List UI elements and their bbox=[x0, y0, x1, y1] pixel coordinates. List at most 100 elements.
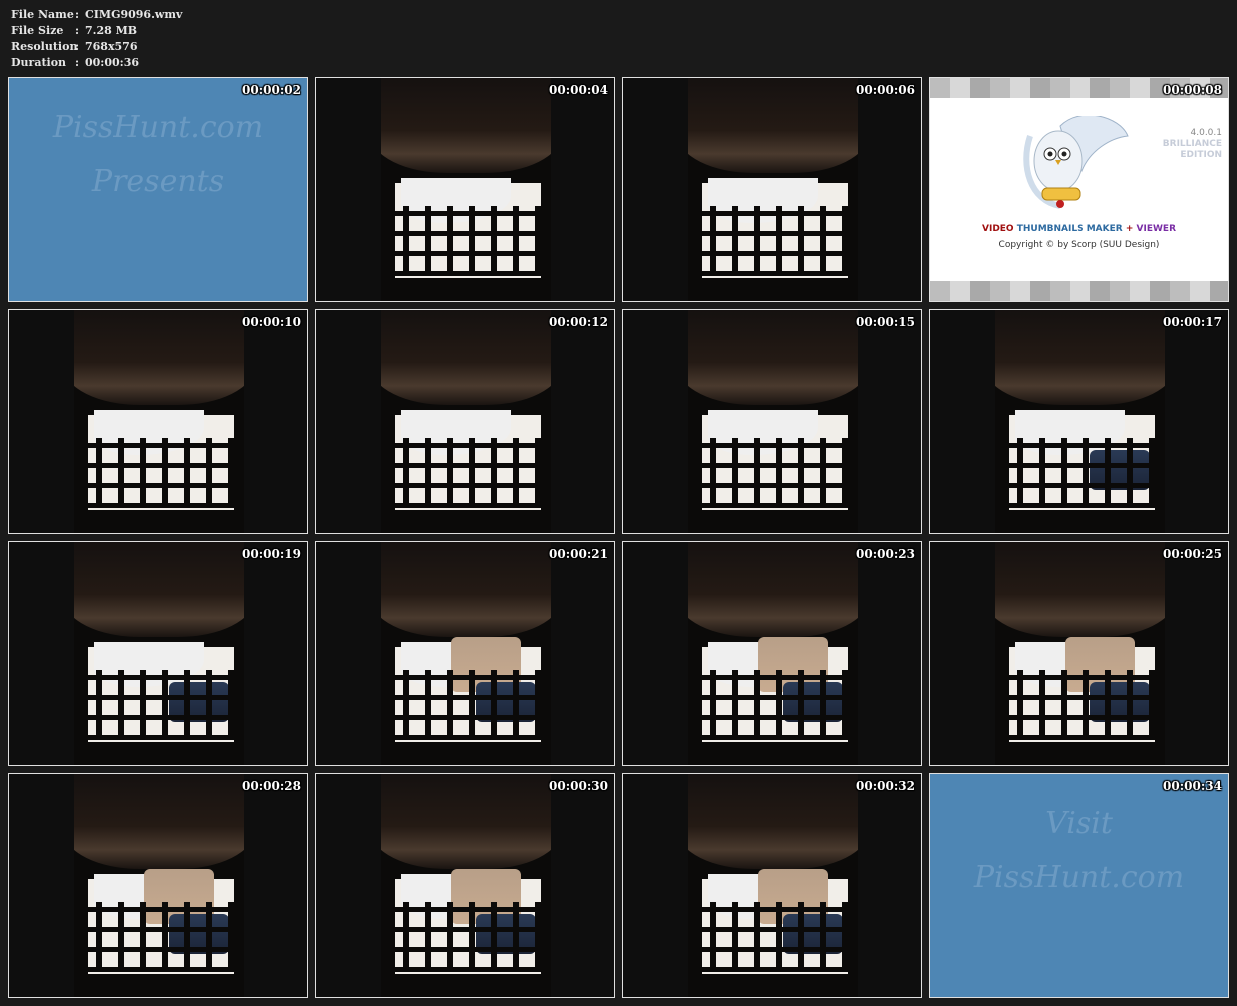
frame-grille bbox=[688, 902, 858, 972]
watermark-text: PissHunt.com bbox=[973, 860, 1185, 895]
frame-ceiling bbox=[74, 774, 244, 869]
thumbnail-timestamp: 00:00:08 bbox=[1163, 83, 1222, 97]
frame-ceiling bbox=[688, 78, 858, 173]
thumbnail-timestamp: 00:00:06 bbox=[856, 83, 915, 97]
title-word: VIEWER bbox=[1136, 224, 1176, 234]
file-name-value: CIMG9096.wmv bbox=[85, 8, 183, 21]
frame-ceiling bbox=[381, 774, 551, 869]
frame-ceiling bbox=[688, 310, 858, 405]
thumbnail-grid: PissHunt.com Presents 00:00:02 00:00:04 00:0… bbox=[8, 77, 1229, 998]
video-thumbnail[interactable]: 00:00:19 bbox=[8, 541, 308, 766]
video-frame bbox=[74, 542, 244, 765]
frame-grille bbox=[381, 206, 551, 276]
colon: : bbox=[75, 8, 80, 21]
video-thumbnail[interactable]: PissHunt.com Presents 00:00:02 bbox=[8, 77, 308, 302]
video-thumbnail[interactable]: 00:00:23 bbox=[622, 541, 922, 766]
frame-grille bbox=[74, 670, 244, 740]
video-thumbnail[interactable]: 00:00:30 bbox=[315, 773, 615, 998]
thumbnail-timestamp: 00:00:28 bbox=[242, 779, 301, 793]
frame-grille bbox=[381, 438, 551, 508]
resolution-row: Resolution : 768x576 bbox=[11, 39, 182, 55]
thumbnail-timestamp: 00:00:15 bbox=[856, 315, 915, 329]
frame-ceiling bbox=[74, 310, 244, 405]
frame-grille bbox=[995, 438, 1165, 508]
thumbnail-timestamp: 00:00:21 bbox=[549, 547, 608, 561]
watermark-text: Visit bbox=[1045, 806, 1113, 841]
frame-grille bbox=[688, 206, 858, 276]
file-name-row: File Name : CIMG9096.wmv bbox=[11, 7, 182, 23]
video-frame bbox=[995, 542, 1165, 765]
thumbnail-timestamp: 00:00:02 bbox=[242, 83, 301, 97]
file-size-label: File Size bbox=[11, 24, 64, 37]
frame-ceiling bbox=[995, 542, 1165, 637]
edition-line: BRILLIANCE bbox=[1162, 139, 1222, 149]
splash-title: VIDEO THUMBNAILS MAKER + VIEWER bbox=[930, 224, 1228, 234]
watermark-text: PissHunt.com bbox=[52, 110, 264, 145]
video-thumbnail[interactable]: 00:00:25 bbox=[929, 541, 1229, 766]
file-name-label: File Name bbox=[11, 8, 74, 21]
video-thumbnail[interactable]: 00:00:21 bbox=[315, 541, 615, 766]
frame-ceiling bbox=[381, 78, 551, 173]
thumbnail-timestamp: 00:00:25 bbox=[1163, 547, 1222, 561]
video-frame bbox=[688, 310, 858, 533]
thumbnail-timestamp: 00:00:30 bbox=[549, 779, 608, 793]
frame-ceiling bbox=[74, 542, 244, 637]
colon: : bbox=[75, 56, 80, 69]
video-frame bbox=[381, 542, 551, 765]
owl-logo-icon bbox=[1023, 116, 1129, 209]
thumbnail-timestamp: 00:00:19 bbox=[242, 547, 301, 561]
thumbnail-timestamp: 00:00:34 bbox=[1163, 779, 1222, 793]
frame-ceiling bbox=[995, 310, 1165, 405]
frame-ceiling bbox=[381, 310, 551, 405]
resolution-value: 768x576 bbox=[85, 40, 138, 53]
frame-grille bbox=[688, 438, 858, 508]
video-thumbnail[interactable]: 00:00:32 bbox=[622, 773, 922, 998]
video-frame bbox=[688, 542, 858, 765]
title-word: VIDEO bbox=[982, 224, 1014, 234]
video-thumbnail[interactable]: 00:00:12 bbox=[315, 309, 615, 534]
resolution-label: Resolution bbox=[11, 40, 78, 53]
version-number: 4.0.0.1 bbox=[1190, 128, 1223, 138]
video-thumbnail[interactable]: Visit PissHunt.com 00:00:34 bbox=[929, 773, 1229, 998]
frame-grille bbox=[381, 902, 551, 972]
video-thumbnail[interactable]: 00:00:28 bbox=[8, 773, 308, 998]
colon: : bbox=[75, 24, 80, 37]
splash-copyright: Copyright © by Scorp (SUU Design) bbox=[998, 240, 1160, 250]
splash-version: 4.0.0.1 BRILLIANCE EDITION bbox=[1163, 128, 1222, 161]
video-thumbnail[interactable]: 00:00:10 bbox=[8, 309, 308, 534]
thumbnail-timestamp: 00:00:10 bbox=[242, 315, 301, 329]
video-frame bbox=[381, 774, 551, 997]
frame-ceiling bbox=[688, 542, 858, 637]
file-size-row: File Size : 7.28 MB bbox=[11, 23, 182, 39]
video-thumbnail[interactable]: 00:00:15 bbox=[622, 309, 922, 534]
thumbnail-timestamp: 00:00:17 bbox=[1163, 315, 1222, 329]
frame-grille bbox=[995, 670, 1165, 740]
video-thumbnail[interactable]: 4.0.0.1 BRILLIANCE EDITION VIDEO THUMBNAILS… bbox=[929, 77, 1229, 302]
video-frame bbox=[688, 78, 858, 301]
edition-line: EDITION bbox=[1180, 150, 1222, 160]
video-frame bbox=[74, 774, 244, 997]
frame-ceiling bbox=[381, 542, 551, 637]
frame-grille bbox=[74, 902, 244, 972]
frame-ceiling bbox=[688, 774, 858, 869]
title-word: THUMBNAILS MAKER bbox=[1016, 224, 1123, 234]
frame-grille bbox=[688, 670, 858, 740]
colon: : bbox=[75, 40, 80, 53]
video-frame bbox=[74, 310, 244, 533]
thumbnail-timestamp: 00:00:32 bbox=[856, 779, 915, 793]
watermark-text: Presents bbox=[91, 164, 225, 199]
video-thumbnail[interactable]: 00:00:04 bbox=[315, 77, 615, 302]
video-frame bbox=[381, 310, 551, 533]
file-info-panel: File Name : CIMG9096.wmv File Size : 7.2… bbox=[11, 7, 182, 71]
duration-row: Duration : 00:00:36 bbox=[11, 55, 182, 71]
title-word: + bbox=[1125, 224, 1134, 234]
video-thumbnail[interactable]: 00:00:06 bbox=[622, 77, 922, 302]
video-frame bbox=[688, 774, 858, 997]
video-frame bbox=[381, 78, 551, 301]
thumbnail-timestamp: 00:00:23 bbox=[856, 547, 915, 561]
frame-grille bbox=[381, 670, 551, 740]
file-size-value: 7.28 MB bbox=[85, 24, 138, 37]
video-frame bbox=[995, 310, 1165, 533]
video-thumbnail[interactable]: 00:00:17 bbox=[929, 309, 1229, 534]
duration-label: Duration bbox=[11, 56, 67, 69]
